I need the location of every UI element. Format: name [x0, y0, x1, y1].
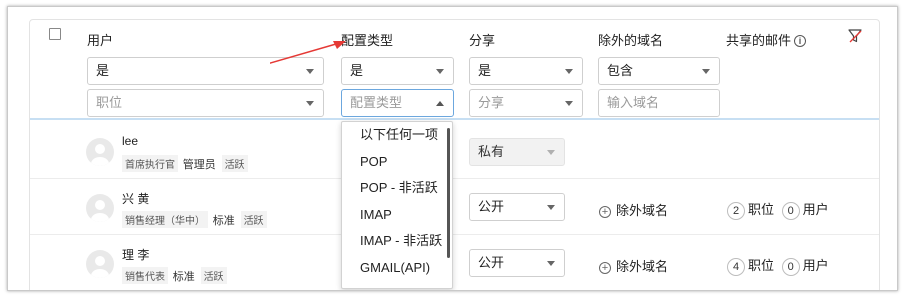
dropdown-scrollbar[interactable]	[447, 128, 450, 258]
role-label: 管理员	[182, 159, 216, 171]
share-select-value: 公开	[478, 199, 505, 214]
share-select[interactable]: 公开	[469, 193, 565, 221]
dropdown-option-list: 以下任何一项 POP POP - 非活跃 IMAP IMAP - 非活跃 GMAIL(AP…	[342, 122, 452, 281]
share-select: 私有	[469, 138, 565, 166]
user-name[interactable]: 兴 黄	[122, 190, 149, 207]
avatar	[86, 250, 114, 278]
chevron-down-icon	[436, 69, 444, 74]
share-filter-value: 是	[478, 63, 492, 78]
avatar	[86, 138, 114, 166]
status-badge: 活跃	[200, 267, 227, 284]
chevron-down-icon	[547, 205, 555, 210]
user-name[interactable]: 理 李	[122, 246, 149, 263]
dropdown-option[interactable]: GMAIL(API)	[342, 255, 452, 282]
title-tag: 销售经理（华中）	[122, 211, 208, 228]
config-type-filter-select[interactable]: 配置类型	[341, 89, 454, 117]
chevron-down-icon	[565, 69, 573, 74]
add-excluded-domain-button[interactable]: + 除外域名	[599, 256, 668, 275]
user-active-filter-value: 是	[96, 63, 110, 78]
positions-count[interactable]: 2	[727, 202, 745, 220]
plus-circle-icon: +	[599, 262, 611, 274]
shared-mail-summary: 2 职位 0 用户	[727, 199, 829, 220]
clear-filter-icon[interactable]	[847, 28, 863, 44]
add-excluded-domain-label: 除外域名	[616, 259, 669, 274]
share-select-value: 公开	[478, 255, 505, 270]
users-label: 用户	[802, 258, 829, 273]
user-name[interactable]: lee	[122, 134, 138, 148]
avatar	[86, 194, 114, 222]
role-label: 标准	[172, 271, 195, 283]
chevron-down-icon	[547, 261, 555, 266]
chevron-down-icon	[547, 150, 555, 155]
title-tag: 首席执行官	[122, 155, 178, 172]
positions-label: 职位	[748, 258, 775, 273]
column-header-shared-mail: 共享的邮件 i	[726, 30, 807, 49]
shared-mail-summary: 4 职位 0 用户	[727, 255, 829, 276]
chevron-down-icon	[702, 69, 710, 74]
annotation-arrow-icon	[270, 41, 346, 64]
table-row[interactable]: 理 李 销售代表 标准 活跃 公开 + 除外域名 4 职位 0 用户	[30, 236, 879, 290]
position-filter-placeholder: 职位	[96, 95, 123, 110]
role-label: 标准	[212, 215, 235, 227]
shared-mail-label: 共享的邮件	[726, 33, 792, 48]
share-filter-select[interactable]: 是	[469, 57, 583, 85]
title-tag: 销售代表	[122, 267, 168, 284]
share-select-value: 私有	[478, 144, 505, 159]
dropdown-option[interactable]: IMAP	[342, 202, 452, 229]
domain-input-placeholder: 输入域名	[607, 95, 660, 110]
domain-match-select[interactable]: 包含	[598, 57, 720, 85]
user-tags: 首席执行官 管理员 活跃	[122, 155, 250, 172]
user-tags: 销售代表 标准 活跃	[122, 267, 229, 284]
users-count[interactable]: 0	[781, 258, 800, 276]
user-avatar-icon	[91, 200, 109, 222]
select-all-checkbox[interactable]	[49, 28, 61, 40]
table-row[interactable]: 兴 黄 销售经理（华中） 标准 活跃 公开 + 除外域名 2 职位 0 用户	[30, 180, 879, 235]
table-header: 用户 配置类型 分享 除外的域名 共享的邮件 i 是 是 是 包含 职位 配置类…	[30, 20, 879, 120]
domain-input[interactable]: 输入域名	[598, 89, 720, 117]
share-select[interactable]: 公开	[469, 249, 565, 277]
column-header-user[interactable]: 用户	[87, 30, 113, 49]
share-type-filter-select[interactable]: 分享	[469, 89, 583, 117]
position-filter-select[interactable]: 职位	[87, 89, 324, 117]
dropdown-option[interactable]: POP	[342, 149, 452, 176]
users-count[interactable]: 0	[781, 202, 800, 220]
user-avatar-icon	[91, 144, 109, 166]
positions-label: 职位	[748, 202, 775, 217]
info-icon[interactable]: i	[794, 35, 807, 47]
positions-count[interactable]: 4	[727, 258, 745, 276]
dropdown-option[interactable]: POP - 非活跃	[342, 175, 452, 202]
users-label: 用户	[802, 202, 829, 217]
screenshot-frame: 用户 配置类型 分享 除外的域名 共享的邮件 i 是 是 是 包含 职位 配置类…	[7, 6, 898, 291]
config-type-dropdown-menu: 以下任何一项 POP POP - 非活跃 IMAP IMAP - 非活跃 GMAIL(AP…	[341, 121, 453, 289]
status-badge: 活跃	[221, 155, 248, 172]
add-excluded-domain-label: 除外域名	[616, 203, 669, 218]
user-avatar-icon	[91, 256, 109, 278]
plus-circle-icon: +	[599, 206, 611, 218]
user-tags: 销售经理（华中） 标准 活跃	[122, 211, 269, 228]
chevron-down-icon	[306, 101, 314, 106]
add-excluded-domain-button[interactable]: + 除外域名	[599, 200, 668, 219]
domain-match-value: 包含	[607, 63, 634, 78]
chevron-up-icon	[436, 101, 444, 106]
dropdown-option[interactable]: IMAP - 非活跃	[342, 228, 452, 255]
status-badge: 活跃	[240, 211, 267, 228]
dropdown-option[interactable]: 以下任何一项	[342, 122, 452, 149]
users-table-panel: 用户 配置类型 分享 除外的域名 共享的邮件 i 是 是 是 包含 职位 配置类…	[29, 19, 880, 290]
share-type-filter-placeholder: 分享	[478, 95, 505, 110]
chevron-down-icon	[565, 101, 573, 106]
table-row[interactable]: lee 首席执行官 管理员 活跃 私有	[30, 124, 879, 179]
column-header-excluded-domains[interactable]: 除外的域名	[598, 30, 663, 49]
column-header-share[interactable]: 分享	[469, 30, 495, 49]
config-type-filter-placeholder: 配置类型	[350, 95, 403, 110]
